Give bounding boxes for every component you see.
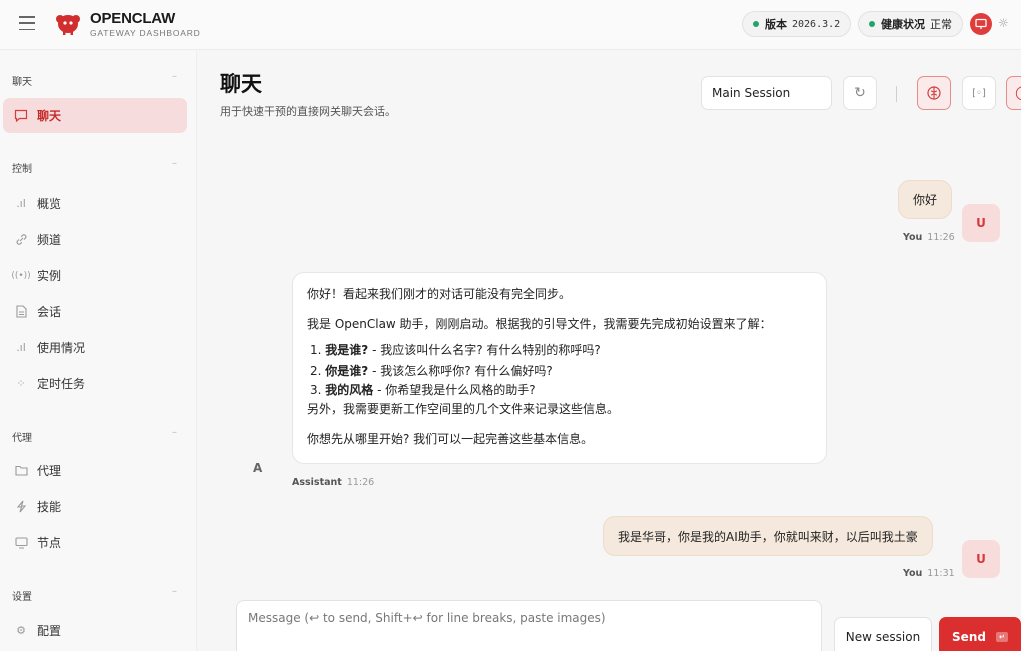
monitor-icon — [975, 18, 987, 29]
claw-logo-icon — [56, 15, 80, 35]
monitor-toggle-button[interactable] — [970, 13, 992, 35]
menu-icon[interactable] — [19, 16, 35, 30]
version-label: 版本 — [765, 18, 787, 31]
sidebar-item-usage[interactable]: .ıl 使用情况 — [3, 330, 187, 365]
collapse-icon[interactable]: – — [172, 71, 177, 82]
message-author: Assistant — [292, 477, 342, 488]
broadcast-icon: ((•)) — [11, 270, 31, 281]
brain-toggle-button[interactable] — [917, 76, 951, 110]
assistant-intro: 你好！看起来我们刚才的对话可能没有完全同步。 — [307, 287, 572, 301]
health-badge: 健康状况 正常 — [858, 11, 963, 37]
refresh-button[interactable]: ↻ — [843, 76, 877, 110]
top-bar: OPENCLAW GATEWAY DASHBOARD 版本 2026.3.2 健… — [0, 0, 1021, 50]
send-label: Send — [952, 630, 986, 644]
assistant-message-bubble: 你好！看起来我们刚才的对话可能没有完全同步。 我是 OpenClaw 助手，刚刚… — [292, 272, 827, 464]
brand-subtitle: GATEWAY DASHBOARD — [90, 28, 201, 38]
user-avatar: U — [962, 204, 1000, 242]
toolbar-divider — [896, 86, 897, 102]
message-meta: Assistant 11:26 — [292, 477, 374, 488]
collapse-icon[interactable]: – — [172, 586, 177, 597]
sidebar: 聊天 – 聊天 控制 – .ıl 概览 频道 ((•)) 实例 会话 .ıl 使… — [0, 51, 197, 651]
folder-icon — [13, 463, 29, 479]
brand: OPENCLAW GATEWAY DASHBOARD — [90, 10, 201, 38]
extra-toolbar-button[interactable]: ◯ — [1006, 76, 1021, 110]
sidebar-item-nodes[interactable]: 节点 — [3, 525, 187, 560]
sidebar-item-label: 频道 — [37, 233, 62, 247]
status-dot-icon — [753, 21, 759, 27]
sidebar-section-settings: 设置 — [12, 592, 32, 603]
sidebar-item-label: 使用情况 — [37, 341, 86, 355]
assistant-closing: 你想先从哪里开始? 我们可以一起完善这些基本信息。 — [307, 432, 594, 447]
sidebar-item-agents[interactable]: 代理 — [3, 453, 187, 488]
theme-sun-icon[interactable]: ☼ — [998, 16, 1009, 30]
sidebar-item-label: 实例 — [37, 269, 62, 283]
sidebar-item-skills[interactable]: 技能 — [3, 489, 187, 524]
sidebar-item-label: 代理 — [37, 464, 62, 478]
monitor-icon — [13, 535, 29, 551]
status-dot-icon — [869, 21, 875, 27]
sidebar-item-overview[interactable]: .ıl 概览 — [3, 186, 187, 221]
message-author: You — [903, 568, 923, 579]
loader-icon: ⁘ — [16, 377, 26, 390]
document-icon — [13, 304, 29, 320]
sidebar-section-agents: 代理 — [12, 433, 32, 444]
version-badge: 版本 2026.3.2 — [742, 11, 852, 37]
message-author: You — [903, 232, 923, 243]
gear-icon: ⚙ — [16, 624, 26, 637]
bar-chart-icon: .ıl — [16, 341, 26, 354]
user-message-bubble: 我是华哥，你是我的AI助手，你就叫来财，以后叫我土豪 — [603, 516, 933, 556]
collapse-icon[interactable]: – — [172, 158, 177, 169]
message-time: 11:26 — [346, 477, 375, 488]
focus-icon: [◦] — [972, 87, 986, 99]
focus-button[interactable]: [◦] — [962, 76, 996, 110]
sidebar-item-chat[interactable]: 聊天 — [3, 98, 187, 133]
list-item: 1. 我是谁? - 我应该叫什么名字? 有什么特别的称呼吗? — [310, 343, 601, 357]
sidebar-item-label: 聊天 — [37, 109, 62, 123]
message-meta: You 11:26 — [903, 232, 955, 243]
sidebar-item-config[interactable]: ⚙ 配置 — [3, 613, 187, 648]
sidebar-section-chat: 聊天 — [12, 77, 32, 88]
session-select[interactable]: Main Session — [701, 76, 832, 110]
health-value: 正常 — [930, 18, 952, 31]
sidebar-section-control: 控制 — [12, 164, 32, 175]
sidebar-item-label: 节点 — [37, 536, 62, 550]
assistant-avatar: A — [253, 461, 263, 475]
sidebar-item-instances[interactable]: ((•)) 实例 — [3, 258, 187, 293]
bar-chart-icon: .ıl — [16, 197, 26, 210]
sidebar-item-cron[interactable]: ⁘ 定时任务 — [3, 366, 187, 401]
enter-key-icon: ↵ — [995, 632, 1008, 642]
message-time: 11:31 — [927, 568, 955, 579]
sidebar-item-label: 会话 — [37, 305, 62, 319]
collapse-icon[interactable]: – — [172, 427, 177, 438]
assistant-paragraph: 我是 OpenClaw 助手，刚刚启动。根据我的引导文件，我需要先完成初始设置来… — [307, 317, 772, 331]
sidebar-item-channels[interactable]: 频道 — [3, 222, 187, 257]
health-label: 健康状况 — [881, 18, 925, 31]
brain-icon — [927, 86, 941, 100]
refresh-icon: ↻ — [854, 85, 866, 101]
sidebar-item-label: 定时任务 — [37, 377, 86, 391]
assistant-after: 另外，我需要更新工作空间里的几个文件来记录这些信息。 — [307, 402, 620, 417]
page-title: 聊天 — [220, 72, 262, 96]
message-input[interactable]: Message (↩ to send, Shift+↩ for line bre… — [236, 600, 822, 651]
user-message-bubble: 你好 — [898, 180, 953, 219]
assistant-list: 1. 我是谁? - 我应该叫什么名字? 有什么特别的称呼吗? 2. 你是谁? -… — [307, 339, 812, 400]
sidebar-item-sessions[interactable]: 会话 — [3, 294, 187, 329]
chat-bubble-icon — [13, 108, 29, 124]
list-item: 2. 你是谁? - 我该怎么称呼你? 有什么偏好吗? — [310, 363, 553, 378]
lightning-icon — [13, 499, 29, 515]
message-time: 11:26 — [927, 232, 955, 243]
link-icon — [13, 232, 29, 248]
sidebar-item-label: 技能 — [37, 500, 62, 514]
page-subtitle: 用于快速干预的直接网关聊天会话。 — [220, 105, 396, 118]
message-meta: You 11:31 — [903, 568, 955, 579]
sidebar-item-label: 概览 — [37, 197, 62, 211]
sidebar-item-label: 配置 — [37, 624, 62, 638]
new-session-button[interactable]: New session — [834, 617, 932, 651]
circle-icon: ◯ — [1015, 85, 1021, 101]
user-avatar: U — [962, 540, 1000, 578]
brand-name: OPENCLAW — [90, 10, 176, 27]
list-item: 3. 我的风格 - 你希望我是什么风格的助手? — [310, 382, 536, 397]
send-button[interactable]: Send ↵ — [939, 617, 1021, 651]
version-value: 2026.3.2 — [792, 18, 841, 30]
